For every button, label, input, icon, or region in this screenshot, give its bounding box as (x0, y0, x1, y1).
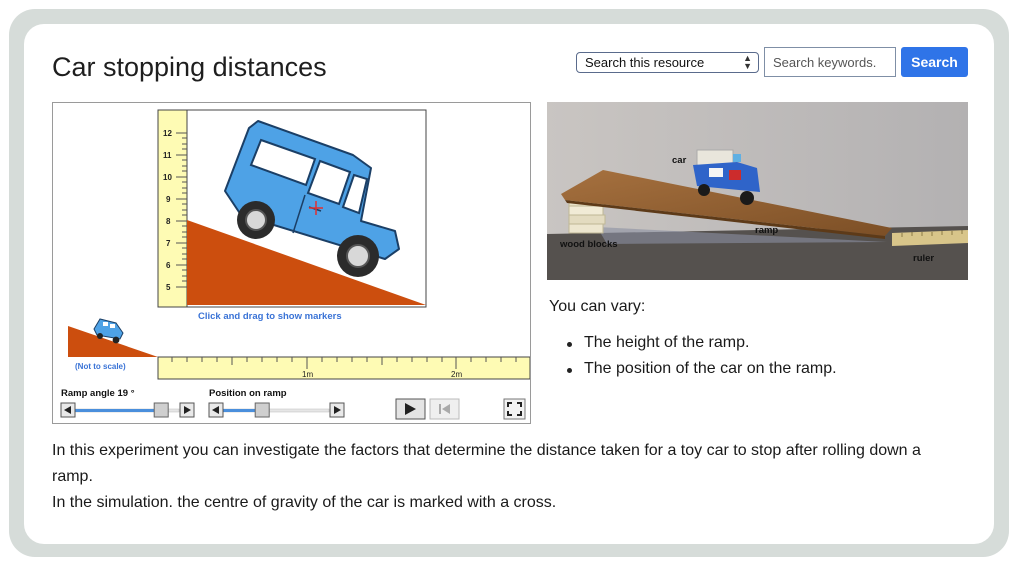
ruler-tick-label: 12 (163, 129, 172, 138)
photo-label-ruler: ruler (913, 253, 934, 264)
ruler-tick-label: 8 (166, 217, 171, 226)
ruler-tick-label: 5 (166, 283, 171, 292)
ruler-tick-label: 10 (163, 173, 172, 182)
list-item: The position of the car on the ramp. (567, 360, 837, 386)
intro-paragraph: In this experiment you can investigate t… (52, 442, 921, 485)
photo-label-wood-blocks: wood blocks (559, 239, 618, 250)
fullscreen-button[interactable] (503, 398, 526, 420)
not-to-scale-label: (Not to scale) (75, 362, 126, 371)
list-item: The height of the ramp. (567, 334, 837, 360)
reset-button[interactable] (429, 398, 460, 420)
position-increase-button[interactable] (329, 402, 345, 418)
ramp-angle-increase-button[interactable] (179, 402, 195, 418)
position-label: Position on ramp (209, 388, 287, 399)
intro-text: In this experiment you can investigate t… (52, 438, 962, 516)
vary-heading: You can vary: (549, 298, 646, 315)
photo-label-car: car (672, 155, 687, 166)
ruler-tick-label: 6 (166, 261, 171, 270)
ruler-tick-label: 9 (166, 195, 171, 204)
intro-paragraph: In the simulation. the centre of gravity… (52, 494, 557, 511)
simulation-panel[interactable]: 12 11 10 9 8 7 6 5 Click and drag to sho… (52, 102, 531, 424)
ramp-angle-slider[interactable] (74, 402, 180, 418)
horizontal-ruler (157, 356, 530, 380)
vary-list: The height of the ramp. The position of … (567, 334, 837, 386)
position-decrease-button[interactable] (208, 402, 224, 418)
search-scope-select[interactable]: Search this resource ▲ ▼ (576, 52, 759, 73)
ramp-angle-label: Ramp angle 19 ° (61, 388, 135, 399)
reset-icon (439, 404, 441, 414)
search-button[interactable]: Search (901, 47, 968, 77)
ruler-tick-label: 11 (163, 151, 172, 160)
ramp-angle-decrease-button[interactable] (60, 402, 76, 418)
play-button[interactable] (395, 398, 426, 420)
ruler-1m-label: 1m (302, 370, 313, 379)
ruler-2m-label: 2m (451, 370, 462, 379)
select-arrows-icon: ▲ ▼ (743, 53, 752, 71)
drag-hint: Click and drag to show markers (198, 311, 342, 322)
position-slider-thumb[interactable] (254, 402, 270, 418)
experiment-photo: car ramp wood blocks ruler (547, 102, 968, 280)
ramp-angle-slider-thumb[interactable] (153, 402, 169, 418)
position-slider[interactable] (222, 402, 330, 418)
search-input[interactable] (764, 47, 896, 77)
photo-label-ramp: ramp (755, 225, 778, 236)
page-title: Car stopping distances (52, 52, 327, 82)
vertical-ruler (157, 109, 188, 308)
search-scope-value: Search this resource (585, 55, 705, 70)
ruler-tick-label: 7 (166, 239, 171, 248)
